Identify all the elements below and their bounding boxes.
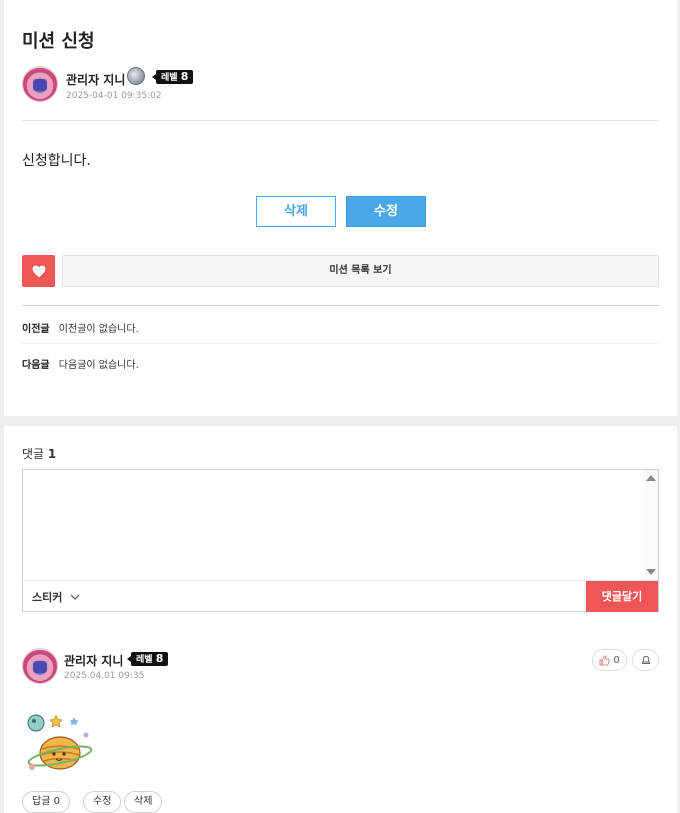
level-badge: 레벨 8 [151, 70, 194, 84]
medal-icon [127, 67, 145, 85]
comment-report-button[interactable] [632, 649, 659, 671]
level-prefix: 레벨 [136, 655, 153, 665]
report-icon [641, 656, 650, 664]
scroll-down-icon[interactable] [646, 569, 656, 575]
editor-toolbar: 스티커 댓글달기 [23, 580, 658, 612]
divider [22, 120, 659, 121]
heart-icon [32, 265, 45, 277]
reply-count: 0 [53, 796, 60, 807]
author-name[interactable]: 관리자 지니 [66, 71, 125, 88]
delete-button[interactable]: 삭제 [256, 196, 336, 227]
comment-card: 댓글 1 스티커 댓글달기 관리자 지니 레벨 8 2025.04.01 09:… [4, 426, 677, 813]
like-button[interactable] [22, 255, 55, 287]
mission-list-button[interactable]: 미션 목록 보기 [62, 255, 659, 287]
reply-button[interactable]: 답글 0 [22, 791, 70, 813]
sticker-toggle[interactable]: 스티커 [32, 589, 80, 605]
reply-label: 답글 [32, 796, 51, 807]
edit-button[interactable]: 수정 [346, 196, 426, 227]
post-title: 미션 신청 [22, 31, 95, 52]
post-card: 미션 신청 관리자 지니 레벨 8 2025-04-01 09:35:02 신청… [4, 0, 677, 416]
comment-author-name[interactable]: 관리자 지니 [64, 652, 123, 669]
comment-edit-button[interactable]: 수정 [83, 791, 122, 813]
next-post-label: 다음글 [22, 360, 50, 371]
post-date: 2025-04-01 09:35:02 [66, 91, 162, 101]
scroll-up-icon[interactable] [646, 475, 656, 481]
comment-editor: 스티커 댓글달기 [22, 469, 659, 612]
post-content: 신청합니다. [22, 153, 91, 169]
divider [22, 305, 659, 306]
comment-count-number: 1 [47, 447, 57, 461]
comment-level-badge: 레벨 8 [126, 652, 169, 666]
level-number: 8 [180, 70, 189, 83]
author-avatar[interactable] [22, 66, 58, 102]
divider [22, 343, 659, 344]
prev-post-row[interactable]: 이전글 이전글이 없습니다. [22, 320, 139, 335]
level-number: 8 [155, 652, 164, 665]
thumbs-up-icon [599, 655, 610, 665]
sticker-planet-icon [27, 714, 93, 770]
next-post-row[interactable]: 다음글 다음글이 없습니다. [22, 356, 139, 371]
chevron-down-icon [70, 594, 80, 600]
comment-header-label: 댓글 [22, 447, 45, 461]
level-prefix: 레벨 [161, 73, 178, 83]
editor-scrollbar[interactable] [644, 470, 658, 580]
comment-author-avatar[interactable] [22, 648, 58, 684]
prev-post-label: 이전글 [22, 324, 50, 335]
comment-delete-button[interactable]: 삭제 [124, 791, 163, 813]
prev-post-text: 이전글이 없습니다. [58, 324, 139, 335]
comment-input[interactable] [23, 470, 645, 580]
submit-comment-button[interactable]: 댓글달기 [586, 581, 658, 612]
comment-date: 2025.04.01 09:35 [64, 671, 145, 681]
sticker-label: 스티커 [32, 591, 63, 604]
comment-count: 댓글 1 [22, 445, 56, 462]
comment-like-button[interactable]: 0 [592, 649, 627, 671]
next-post-text: 다음글이 없습니다. [58, 360, 139, 371]
comment-like-count: 0 [613, 654, 620, 666]
